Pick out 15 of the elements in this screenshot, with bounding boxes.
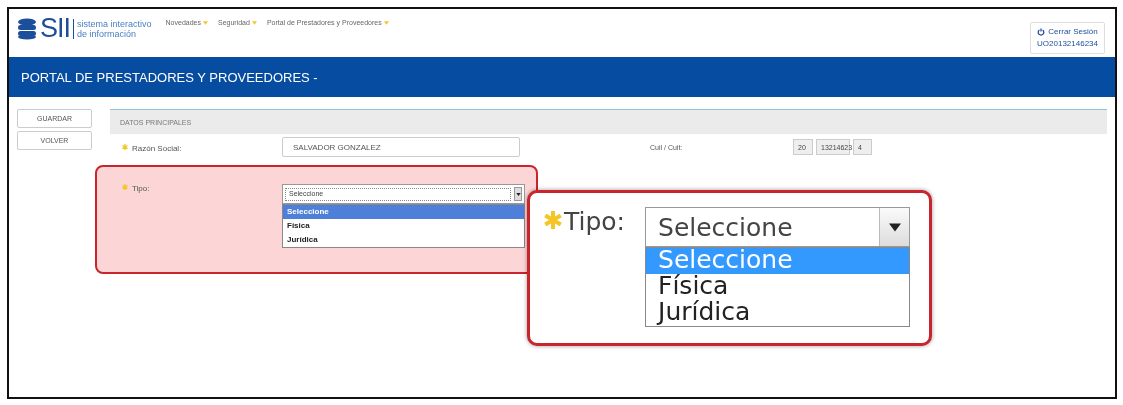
field-label: Tipo:: [564, 207, 626, 238]
select-field[interactable]: Seleccione: [645, 207, 911, 247]
field-label: Tipo:: [132, 184, 150, 195]
dropdown-option[interactable]: Seleccione: [283, 205, 524, 219]
field-label: Razón Social:: [132, 144, 182, 153]
logo-text: SII: [40, 15, 70, 42]
dropdown-arrow-icon: [515, 192, 521, 196]
database-logo-icon: [17, 17, 37, 40]
input-field[interactable]: SALVADOR GONZALEZ: [282, 137, 520, 157]
logo-tagline: sistema interactivo: [77, 18, 152, 29]
power-icon: [1037, 28, 1046, 36]
logout-button[interactable]: Cerrar Sesión UO20132146234: [1030, 22, 1105, 54]
logo-tagline: de información: [77, 28, 138, 39]
dropdown-arrow-icon: [888, 222, 901, 232]
page-title-bar: PORTAL DE PRESTADORES Y PROVEEDORES -: [9, 57, 1115, 97]
